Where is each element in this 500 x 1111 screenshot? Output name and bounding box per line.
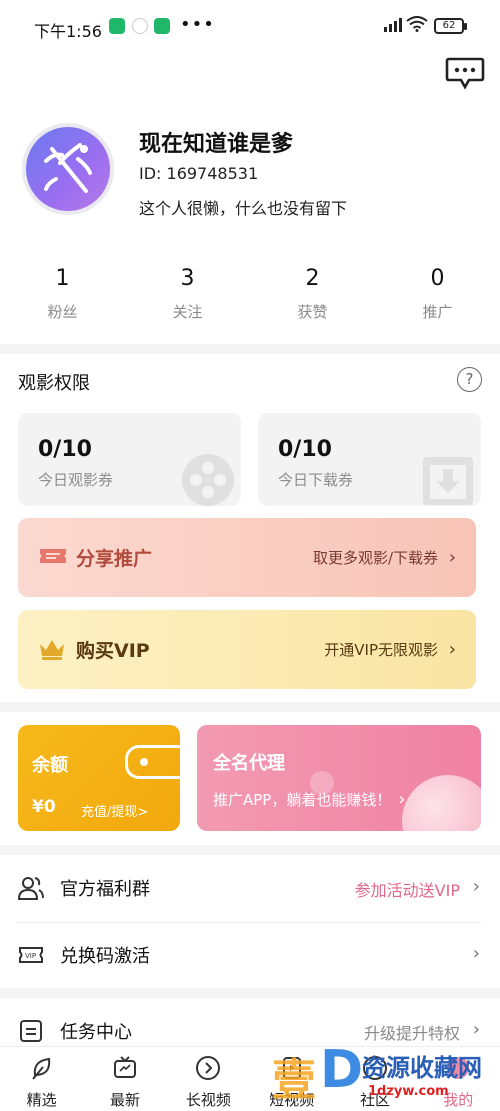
share-promotion-banner[interactable]: 分享推广 取更多观影/下载券 › [18, 518, 476, 597]
tv-icon [113, 1056, 136, 1078]
menu-label: 任务中心 [60, 1022, 132, 1043]
nav-community[interactable]: 社区 [333, 1047, 416, 1111]
section-divider [0, 344, 500, 354]
nav-label: 长视频 [185, 1091, 231, 1109]
play-circle-icon [196, 1056, 221, 1080]
stat-value: 3 [180, 266, 195, 291]
nav-latest[interactable]: 最新 [83, 1047, 166, 1111]
watch-quota-card[interactable]: 0/10 今日观影券 [18, 413, 241, 506]
user-id: ID: 169748531 [139, 164, 259, 183]
app-notification-icon-2 [154, 18, 170, 34]
nav-label: 最新 [109, 1091, 140, 1109]
bottom-nav: 精选 最新 长视频 短视频 社区 我的 [0, 1046, 500, 1111]
section-divider [0, 702, 500, 712]
stat-label: 关注 [172, 303, 203, 321]
app-notification-icon [109, 18, 125, 34]
menu-value: 参加活动送VIP [354, 881, 460, 900]
quota-label: 今日下载券 [278, 471, 354, 489]
more-notifications-icon: ••• [180, 14, 215, 35]
status-time: 下午1:56 [34, 22, 102, 41]
stat-value: 0 [430, 266, 445, 291]
ticket-icon [40, 549, 66, 563]
chevron-right-icon: › [472, 1019, 480, 1040]
share-banner-subtitle: 取更多观影/下载券 › [313, 547, 456, 568]
nav-featured[interactable]: 精选 [0, 1047, 83, 1111]
nav-long-video[interactable]: 长视频 [167, 1047, 250, 1111]
stat-promotion[interactable]: 0 推广 [375, 266, 500, 326]
profile-icon [447, 1057, 470, 1079]
agent-subtitle: 推广APP，躺着也能赚钱！ › [213, 789, 405, 810]
vip-banner-title: 购买VIP [76, 640, 150, 662]
short-video-icon [282, 1057, 301, 1079]
balance-title: 余额 [32, 755, 68, 776]
avatar[interactable] [22, 123, 114, 215]
nav-label: 精选 [26, 1091, 57, 1109]
help-button[interactable]: ? [457, 367, 482, 392]
chevron-right-icon: › [448, 547, 456, 568]
quota-value: 0/10 [38, 437, 92, 462]
task-list-icon [20, 1020, 42, 1042]
nav-short-video[interactable]: 短视频 [250, 1047, 333, 1111]
chevron-right-icon: › [472, 943, 480, 964]
nav-label: 我的 [443, 1091, 474, 1109]
chevron-right-icon: › [448, 639, 456, 660]
menu-label: 兑换码激活 [60, 946, 150, 967]
nickname: 现在知道谁是爹 [139, 132, 294, 157]
agent-title: 全名代理 [213, 753, 285, 774]
section-divider [0, 845, 500, 855]
stat-value: 2 [305, 266, 320, 291]
redeem-code-icon: VIP [19, 947, 43, 963]
recharge-withdraw-link[interactable]: 充值/提现> [81, 801, 148, 820]
agent-subtitle-text: 推广APP，躺着也能赚钱！ [213, 791, 392, 809]
crown-icon [40, 640, 64, 660]
wifi-icon [406, 16, 428, 36]
download-quota-card[interactable]: 0/10 今日下载券 [258, 413, 481, 506]
share-banner-subtitle-text: 取更多观影/下载券 [312, 549, 439, 567]
vip-banner-subtitle-text: 开通VIP无限观影 [324, 641, 439, 659]
chevron-right-icon: › [398, 789, 406, 810]
vip-banner-subtitle: 开通VIP无限观影 › [324, 639, 456, 660]
dragonfly-logo-icon [44, 143, 92, 193]
leaf-icon [31, 1057, 50, 1080]
wallet-icon [125, 745, 180, 779]
nav-mine[interactable]: 我的 [417, 1047, 500, 1111]
stat-label: 获赞 [297, 303, 328, 321]
stat-likes[interactable]: 2 获赞 [250, 266, 375, 326]
quota-value: 0/10 [278, 437, 332, 462]
section-title-permissions: 观影权限 [18, 373, 90, 394]
chevron-right-icon: › [472, 876, 480, 897]
quota-label: 今日观影券 [38, 471, 114, 489]
qq-notification-icon [132, 18, 148, 34]
nav-label: 社区 [359, 1091, 390, 1109]
status-bar: 下午1:56 ••• 62 [0, 0, 500, 56]
share-banner-title: 分享推广 [76, 548, 153, 570]
stat-following[interactable]: 3 关注 [125, 266, 250, 326]
svg-text:VIP: VIP [25, 952, 36, 960]
chat-bubble-icon [445, 57, 485, 90]
bio: 这个人很懒，什么也没有留下 [139, 199, 348, 218]
decorative-bubble [402, 775, 481, 831]
community-icon [362, 1056, 387, 1080]
battery-icon: 62 [434, 18, 467, 34]
agent-card[interactable]: 全名代理 推广APP，躺着也能赚钱！ › [197, 725, 481, 831]
nav-label: 短视频 [269, 1091, 315, 1109]
stat-value: 1 [55, 266, 70, 291]
stat-label: 粉丝 [47, 303, 78, 321]
stat-fans[interactable]: 1 粉丝 [0, 266, 125, 326]
group-icon [18, 877, 44, 900]
signal-icon [383, 17, 403, 36]
stat-label: 推广 [422, 303, 453, 321]
message-button[interactable] [445, 56, 485, 90]
menu-row-redeem-code[interactable]: VIP 兑换码激活 › [0, 922, 500, 988]
stats-row: 1 粉丝 3 关注 2 获赞 0 推广 [0, 266, 500, 326]
menu-row-welfare-group[interactable]: 官方福利群 参加活动送VIP › [0, 855, 500, 921]
balance-amount: ¥0 [32, 797, 56, 817]
menu-value: 升级提升特权 [363, 1024, 460, 1043]
download-icon [423, 457, 473, 505]
balance-card[interactable]: 余额 ¥0 充值/提现> [18, 725, 180, 831]
buy-vip-banner[interactable]: 购买VIP 开通VIP无限观影 › [18, 610, 476, 689]
film-reel-icon [182, 454, 234, 506]
section-divider [0, 988, 500, 998]
menu-label: 官方福利群 [60, 879, 150, 900]
